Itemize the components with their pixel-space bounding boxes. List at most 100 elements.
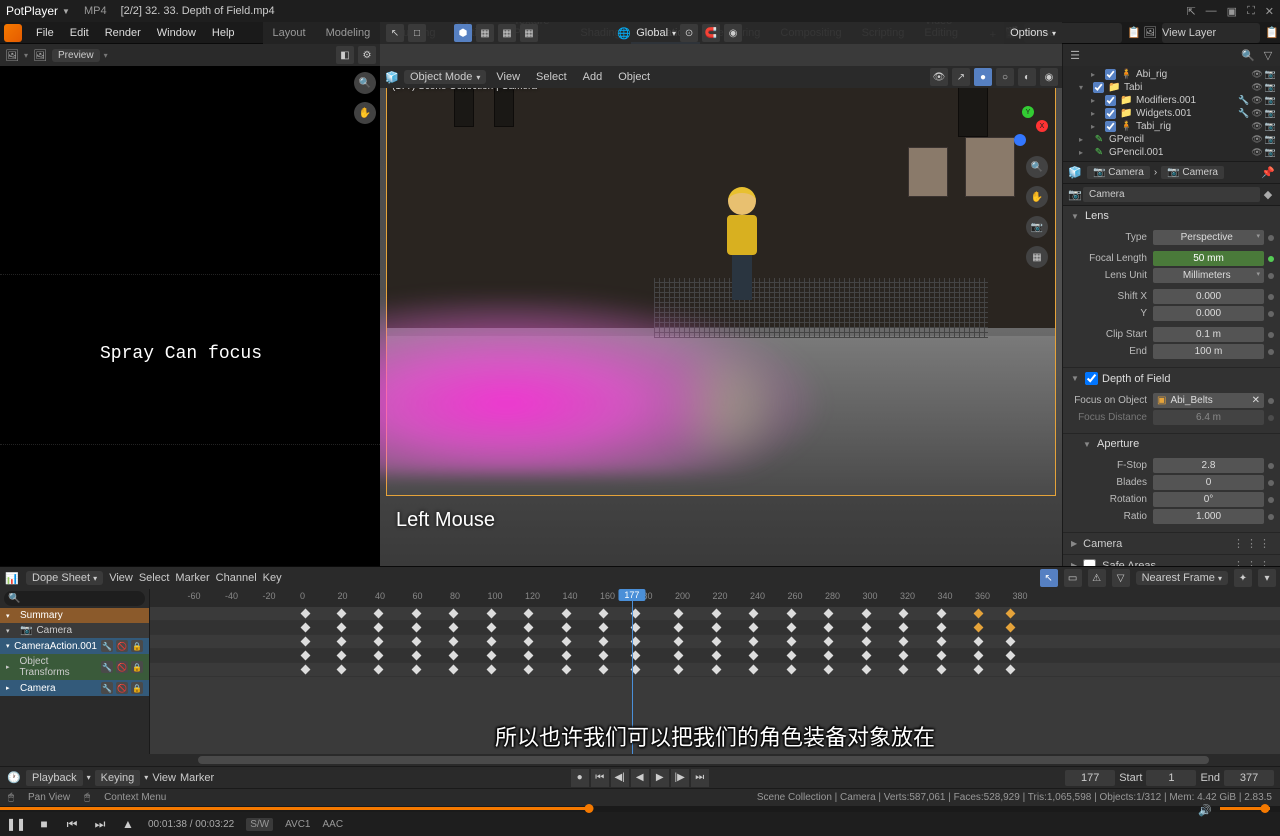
clear-focus-icon[interactable]: ✕	[1252, 395, 1260, 406]
timeline-icon[interactable]: 🕐	[6, 770, 22, 786]
menu-render[interactable]: Render	[97, 24, 149, 42]
dope-view[interactable]: View	[109, 572, 133, 584]
dope-btn3-icon[interactable]: ⚠	[1088, 569, 1106, 587]
next-icon[interactable]: ⏭	[92, 816, 108, 832]
outliner-item[interactable]: GPencil.001	[1109, 147, 1163, 158]
dope-channel[interactable]: Channel	[216, 572, 257, 584]
up-icon[interactable]: ▲	[120, 816, 136, 832]
dope-select[interactable]: Select	[139, 572, 170, 584]
shift-y[interactable]: 0.000	[1153, 306, 1264, 321]
tl-marker[interactable]: Marker	[180, 772, 214, 784]
prev-icon[interactable]: ⏮	[64, 816, 80, 832]
focal-length[interactable]: 50 mm	[1153, 251, 1264, 266]
persp-icon[interactable]: ▦	[1026, 246, 1048, 268]
aperture-panel-header[interactable]: ▼Aperture	[1063, 434, 1280, 454]
dope-editor-icon[interactable]: 📊	[4, 570, 20, 586]
dof-toggle[interactable]	[1085, 372, 1098, 385]
play-icon[interactable]: ▶	[651, 769, 669, 787]
search-icon[interactable]: 🔍	[1240, 47, 1256, 63]
channel-row[interactable]: ▾CameraAction.001🔧🚫🔒	[0, 638, 149, 654]
new-scene-icon[interactable]: 📋	[1126, 25, 1142, 41]
dope-btn2-icon[interactable]: ▭	[1064, 569, 1082, 587]
tab-layout[interactable]: Layout	[263, 24, 316, 44]
gizmo-icon[interactable]: ↗	[952, 68, 970, 86]
dope-key[interactable]: Key	[263, 572, 282, 584]
volume-slider[interactable]	[1220, 807, 1270, 810]
orientation-label[interactable]: Global	[636, 27, 668, 39]
channel-list[interactable]: ▾Summary ▾📷Camera ▾CameraAction.001🔧🚫🔒 ▸…	[0, 589, 150, 754]
select-tool-icon[interactable]: □	[408, 24, 426, 42]
stop-icon[interactable]: ■	[36, 816, 52, 832]
vp-add[interactable]: Add	[577, 71, 609, 83]
pin-icon[interactable]: 📌	[1260, 165, 1276, 181]
dof-panel-header[interactable]: ▼ Depth of Field	[1063, 368, 1280, 389]
ap-rotation[interactable]: 0°	[1153, 492, 1264, 507]
snap-tool-icon[interactable]: ⬢	[454, 24, 472, 42]
render-editor-icon[interactable]: 🖼	[4, 47, 20, 63]
channel-row[interactable]: ▾📷Camera	[0, 623, 149, 638]
fstop[interactable]: 2.8	[1153, 458, 1264, 473]
jump-end-icon[interactable]: ⏭	[691, 769, 709, 787]
rec-icon[interactable]: ●	[571, 769, 589, 787]
clip-end[interactable]: 100 m	[1153, 344, 1264, 359]
outliner[interactable]: ▸🧍Abi_rig👁📷 ▾📁Tabi👁📷 ▸📁Modifiers.001🔧👁📷 …	[1063, 66, 1280, 162]
shading-mat-icon[interactable]: ◐	[1018, 68, 1036, 86]
prev-key-icon[interactable]: ◀|	[611, 769, 629, 787]
lens-unit[interactable]: Millimeters	[1153, 268, 1264, 283]
render-mode[interactable]: Preview	[52, 49, 100, 62]
safeareas-panel[interactable]: ▶Safe Areas⋮⋮⋮	[1063, 555, 1280, 566]
ap-ratio[interactable]: 1.000	[1153, 509, 1264, 524]
blades[interactable]: 0	[1153, 475, 1264, 490]
dope-snap[interactable]: Nearest Frame ▾	[1136, 571, 1228, 585]
playback-menu[interactable]: Playback	[26, 770, 83, 786]
tab-modeling[interactable]: Modeling	[316, 24, 381, 44]
end-frame[interactable]: 377	[1224, 770, 1274, 786]
dope-filter-icon[interactable]: ▽	[1112, 569, 1130, 587]
maximize-icon[interactable]: ⛶	[1247, 5, 1255, 18]
menu-window[interactable]: Window	[149, 24, 204, 42]
overlay-icon[interactable]: 👁	[930, 68, 948, 86]
pan-icon[interactable]: ✋	[1026, 186, 1048, 208]
outliner-icon[interactable]: ☰	[1067, 47, 1083, 63]
zoom-icon[interactable]: 🔍	[354, 72, 376, 94]
focus-object[interactable]: ▣Abi_Belts ✕	[1153, 393, 1264, 408]
3d-viewport[interactable]: ↖ □ ⬢ ▦ ▦ ▦ 🌐 Global ▾ ⊙ 🧲 ◉ Options ▾ 🧊…	[380, 44, 1062, 566]
dope-btn4-icon[interactable]: ✦	[1234, 569, 1252, 587]
camera-name-input[interactable]	[1083, 187, 1260, 202]
codec-sw[interactable]: S/W	[246, 818, 273, 831]
clip-start[interactable]: 0.1 m	[1153, 327, 1264, 342]
outliner-item[interactable]: Tabi_rig	[1136, 121, 1171, 132]
editor-type-icon[interactable]: 🧊	[384, 69, 400, 85]
dope-btn1-icon[interactable]: ↖	[1040, 569, 1058, 587]
keyframe-track[interactable]: -60-202060100140180220260300340380-40040…	[150, 589, 1280, 754]
shading-render-icon[interactable]: ◉	[1040, 68, 1058, 86]
camera-icon[interactable]: 📷	[1026, 216, 1048, 238]
shading-wire-icon[interactable]: ○	[996, 68, 1014, 86]
grid2-icon[interactable]: ▦	[498, 24, 516, 42]
shading-solid-icon[interactable]: ●	[974, 68, 992, 86]
viewport-render[interactable]: Camera Perspective (177) Scene Collectio…	[380, 66, 1062, 566]
vp-select[interactable]: Select	[530, 71, 573, 83]
zoom-icon[interactable]: 🔍	[1026, 156, 1048, 178]
grid3-icon[interactable]: ▦	[520, 24, 538, 42]
shift-x[interactable]: 0.000	[1153, 289, 1264, 304]
options-dropdown[interactable]: Options	[1010, 27, 1048, 39]
render-opt2-icon[interactable]: ⚙	[358, 46, 376, 64]
lens-type[interactable]: Perspective	[1153, 230, 1264, 245]
keying-menu[interactable]: Keying	[95, 770, 141, 786]
lens-panel-header[interactable]: ▼Lens	[1063, 206, 1280, 226]
cursor-tool-icon[interactable]: ↖	[386, 24, 404, 42]
start-frame[interactable]: 1	[1146, 770, 1196, 786]
playhead-frame[interactable]: 177	[618, 589, 645, 601]
snap-icon[interactable]: 🧲	[702, 24, 720, 42]
dope-marker[interactable]: Marker	[175, 572, 209, 584]
camera-panel[interactable]: ▶Camera⋮⋮⋮	[1063, 533, 1280, 555]
render-image-icon[interactable]: 🖼	[32, 47, 48, 63]
dope-btn5-icon[interactable]: ▾	[1258, 569, 1276, 587]
pause-icon[interactable]: ❚❚	[8, 816, 24, 832]
close-icon[interactable]: ✕	[1265, 5, 1274, 18]
next-key-icon[interactable]: |▶	[671, 769, 689, 787]
outliner-item[interactable]: Abi_rig	[1136, 69, 1167, 80]
menu-file[interactable]: File	[28, 24, 62, 42]
outliner-item[interactable]: Widgets.001	[1136, 108, 1192, 119]
